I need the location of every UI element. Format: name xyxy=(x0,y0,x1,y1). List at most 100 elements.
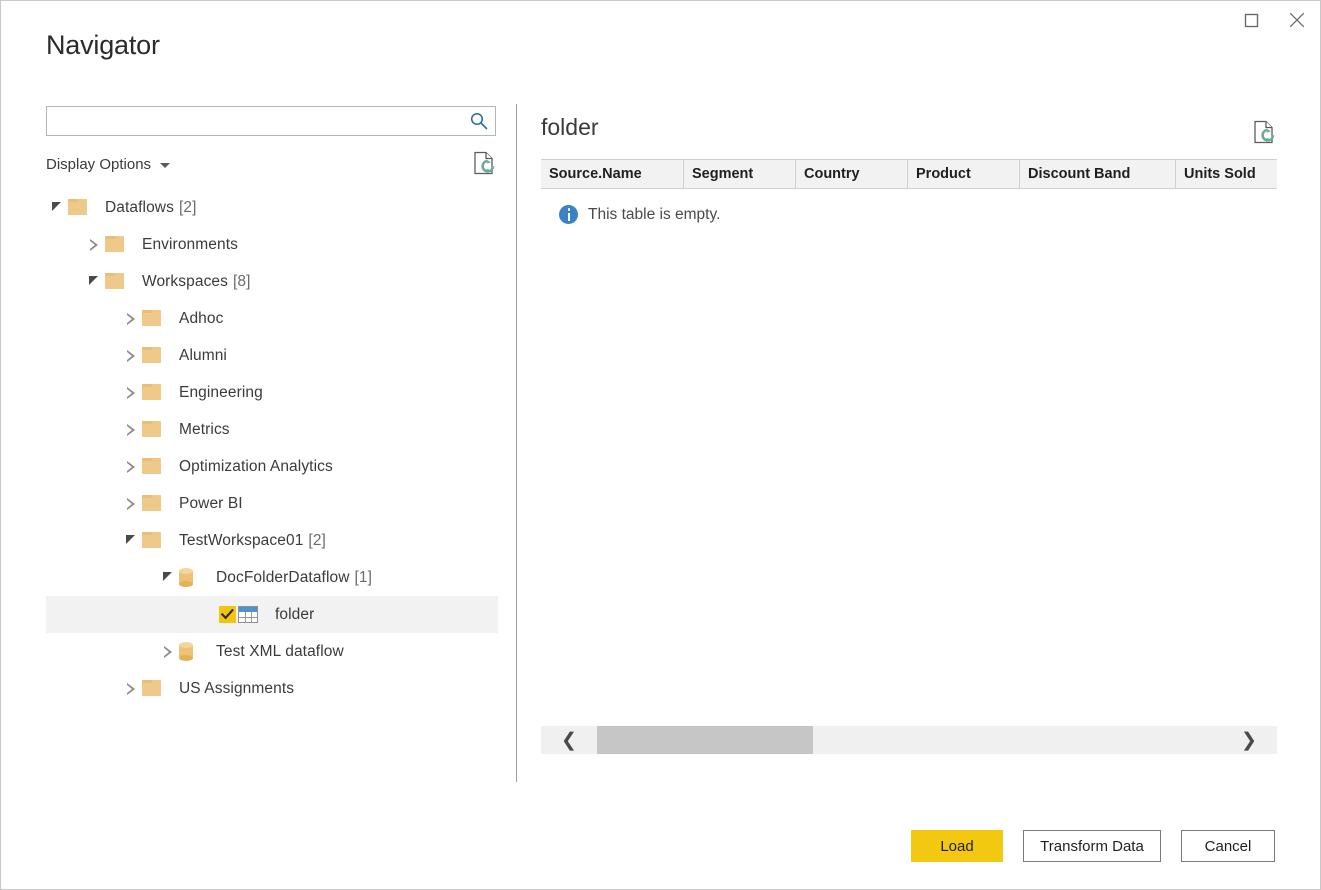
table-column-header[interactable]: Segment xyxy=(684,160,796,188)
display-options-dropdown[interactable]: Display Options xyxy=(46,153,171,175)
tree-item-adhoc[interactable]: Adhoc xyxy=(46,300,498,337)
cancel-button[interactable]: Cancel xyxy=(1181,830,1275,862)
tree-item-label: Environments xyxy=(142,235,238,253)
maximize-button[interactable] xyxy=(1228,1,1274,39)
close-button[interactable] xyxy=(1274,1,1320,39)
triangle-down-icon xyxy=(162,572,174,583)
collapse-expanded-icon[interactable] xyxy=(46,189,68,226)
collapse-expanded-icon[interactable] xyxy=(120,522,142,559)
folder-icon xyxy=(142,680,168,697)
expand-collapsed-icon[interactable] xyxy=(120,670,142,707)
maximize-icon xyxy=(1244,13,1258,27)
info-icon xyxy=(559,205,578,224)
window-controls xyxy=(1228,1,1320,39)
display-options-row: Display Options xyxy=(46,151,496,177)
table-column-header[interactable]: Product xyxy=(908,160,1020,188)
tree-item-folder[interactable]: folder xyxy=(46,596,498,633)
search-input[interactable] xyxy=(46,106,496,136)
table-header-row: Source.Name Segment Country Product Discount… xyxy=(541,159,1277,189)
transform-data-button[interactable]: Transform Data xyxy=(1023,830,1161,862)
scrollbar-track[interactable] xyxy=(597,726,1221,754)
tree-item-label: Adhoc xyxy=(179,309,224,327)
table-column-header[interactable]: Country xyxy=(796,160,908,188)
triangle-down-icon xyxy=(88,276,100,287)
checkbox-checked-icon xyxy=(218,606,236,623)
horizontal-scrollbar[interactable]: ❮ ❯ xyxy=(541,726,1277,754)
scroll-left-arrow[interactable]: ❮ xyxy=(541,726,597,754)
table-column-header[interactable]: Discount Band xyxy=(1020,160,1176,188)
folder-icon xyxy=(142,347,168,364)
collapse-expanded-icon[interactable] xyxy=(83,263,105,300)
tree-item-testworkspace01[interactable]: TestWorkspace01 [2] xyxy=(46,522,498,559)
chevron-right-icon xyxy=(163,645,173,658)
tree-item-optimization-analytics[interactable]: Optimization Analytics xyxy=(46,448,498,485)
search-row xyxy=(46,106,496,136)
expand-collapsed-icon[interactable] xyxy=(120,300,142,337)
triangle-down-icon xyxy=(125,535,137,546)
chevron-right-icon xyxy=(126,349,136,362)
tree-item-label: Power BI xyxy=(179,494,243,512)
table-column-header[interactable]: Units Sold xyxy=(1176,160,1277,188)
tree-item-alumni[interactable]: Alumni xyxy=(46,337,498,374)
tree-item-engineering[interactable]: Engineering xyxy=(46,374,498,411)
tree-item-count: [1] xyxy=(354,568,373,586)
display-options-label: Display Options xyxy=(46,155,152,173)
refresh-document-icon[interactable] xyxy=(1253,120,1275,144)
navigator-dialog: Navigator Display Options Dataflows [2] … xyxy=(0,0,1321,890)
row-checkbox[interactable] xyxy=(216,606,238,623)
refresh-document-icon[interactable] xyxy=(473,151,495,175)
tree-item-power-bi[interactable]: Power BI xyxy=(46,485,498,522)
tree-item-metrics[interactable]: Metrics xyxy=(46,411,498,448)
expand-collapsed-icon[interactable] xyxy=(157,633,179,670)
expand-collapsed-icon[interactable] xyxy=(120,485,142,522)
scrollbar-thumb[interactable] xyxy=(597,726,813,754)
folder-icon xyxy=(105,236,131,253)
expand-collapsed-icon[interactable] xyxy=(83,226,105,263)
collapse-expanded-icon[interactable] xyxy=(157,559,179,596)
close-icon xyxy=(1289,12,1305,28)
folder-icon xyxy=(142,495,168,512)
tree-item-count: [2] xyxy=(178,198,197,216)
chevron-right-icon xyxy=(126,312,136,325)
scroll-right-arrow[interactable]: ❯ xyxy=(1221,726,1277,754)
pane-divider xyxy=(516,104,517,782)
tree-item-label: Workspaces xyxy=(142,272,228,290)
chevron-right-icon xyxy=(126,460,136,473)
tree-item-count: [8] xyxy=(233,272,251,290)
tree-leaf-spacer xyxy=(194,596,216,633)
expand-collapsed-icon[interactable] xyxy=(120,374,142,411)
table-icon xyxy=(238,606,264,623)
tree-item-label: Metrics xyxy=(179,420,230,438)
chevron-right-icon xyxy=(126,497,136,510)
tree-item-label: folder xyxy=(275,605,315,623)
expand-collapsed-icon[interactable] xyxy=(120,448,142,485)
tree-item-label: Engineering xyxy=(179,383,263,401)
tree-item-label: Test XML dataflow xyxy=(216,642,344,660)
preview-pane: folder Source.Name Segment Country Product D… xyxy=(541,106,1277,786)
tree-item-label: Dataflows xyxy=(105,198,174,216)
tree-item-test-xml-dataflow[interactable]: Test XML dataflow xyxy=(46,633,498,670)
tree-item-workspaces[interactable]: Workspaces [8] xyxy=(46,263,498,300)
tree-item-us-assignments[interactable]: US Assignments xyxy=(46,670,498,707)
table-column-header[interactable]: Source.Name xyxy=(541,160,684,188)
folder-icon xyxy=(142,310,168,327)
dataflow-database-icon xyxy=(179,642,205,661)
empty-message-text: This table is empty. xyxy=(588,205,721,223)
folder-icon xyxy=(142,458,168,475)
tree-item-label: Optimization Analytics xyxy=(179,457,333,475)
tree-item-label: TestWorkspace01 xyxy=(179,531,304,549)
tree-view[interactable]: Dataflows [2] Environments Workspaces [8] Adh… xyxy=(46,189,498,707)
preview-table: Source.Name Segment Country Product Discount… xyxy=(541,159,1277,754)
load-button[interactable]: Load xyxy=(911,830,1003,862)
folder-icon xyxy=(105,273,131,290)
tree-item-dataflows[interactable]: Dataflows [2] xyxy=(46,189,498,226)
tree-item-label: Alumni xyxy=(179,346,227,364)
expand-collapsed-icon[interactable] xyxy=(120,337,142,374)
tree-item-label: DocFolderDataflow xyxy=(216,568,350,586)
tree-item-environments[interactable]: Environments xyxy=(46,226,498,263)
tree-item-docfolderdataflow[interactable]: DocFolderDataflow [1] xyxy=(46,559,498,596)
title-bar: Navigator xyxy=(1,1,1320,59)
expand-collapsed-icon[interactable] xyxy=(120,411,142,448)
folder-icon xyxy=(142,532,168,549)
chevron-right-icon xyxy=(89,238,99,251)
